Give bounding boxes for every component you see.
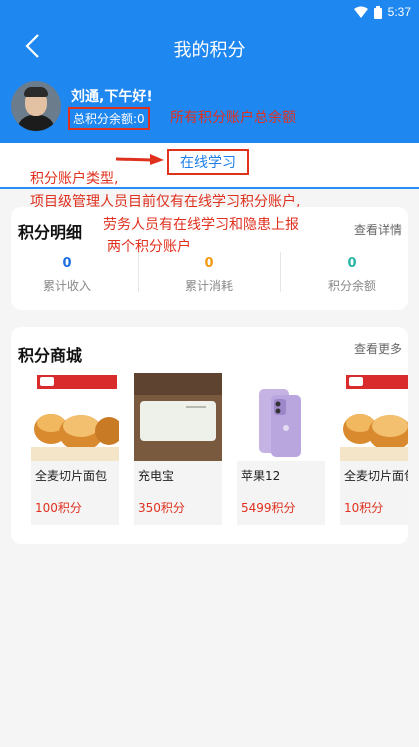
product-list: 全麦切片面包 100积分 充电宝 350积分 苹果12 5499积分 全麦切片面… bbox=[22, 373, 408, 525]
product-price: 5499积分 bbox=[237, 493, 325, 525]
status-bar: 5:37 bbox=[353, 4, 411, 20]
total-balance-label: 总积分余额:0 bbox=[68, 107, 150, 130]
annotation-type-note: 积分账户类型, bbox=[30, 171, 119, 187]
product-card[interactable]: 全麦切片面包 10积分 bbox=[340, 373, 408, 525]
view-more-link[interactable]: 查看更多 bbox=[354, 340, 402, 357]
product-name: 全麦切片面包 bbox=[340, 461, 408, 493]
stat-consumed: 0 累计消耗 bbox=[144, 256, 274, 294]
iphone-image bbox=[237, 373, 325, 461]
annotation-line3: 劳务人员有在线学习和隐患上报 bbox=[103, 217, 299, 233]
product-price: 10积分 bbox=[340, 493, 408, 525]
product-card[interactable]: 苹果12 5499积分 bbox=[237, 373, 325, 525]
stat-income-label: 累计收入 bbox=[42, 279, 91, 293]
page-title: 我的积分 bbox=[173, 40, 246, 61]
stat-income: 0 累计收入 bbox=[2, 256, 132, 294]
battery-icon bbox=[373, 5, 382, 19]
bread-image bbox=[340, 373, 408, 461]
divider bbox=[280, 252, 281, 292]
stat-balance-value: 0 bbox=[347, 256, 357, 271]
stat-income-value: 0 bbox=[62, 256, 72, 271]
product-name: 充电宝 bbox=[134, 461, 222, 493]
status-time: 5:37 bbox=[387, 5, 411, 19]
product-price: 350积分 bbox=[134, 493, 222, 525]
view-details-link[interactable]: 查看详情 bbox=[354, 221, 402, 238]
product-price: 100积分 bbox=[31, 493, 119, 525]
product-name: 苹果12 bbox=[237, 461, 325, 493]
bread-image bbox=[31, 373, 119, 461]
details-title: 积分明细 bbox=[18, 223, 83, 242]
stat-balance-label: 积分余额 bbox=[327, 279, 376, 293]
greeting-text: 刘通,下午好! bbox=[71, 89, 153, 105]
tab-online-learning[interactable]: 在线学习 bbox=[167, 149, 249, 175]
wifi-icon bbox=[353, 6, 368, 18]
stat-consumed-value: 0 bbox=[204, 256, 214, 271]
avatar bbox=[11, 81, 61, 131]
product-card[interactable]: 全麦切片面包 100积分 bbox=[31, 373, 119, 525]
stat-balance: 0 积分余额 bbox=[287, 256, 417, 294]
divider bbox=[138, 252, 139, 292]
annotation-line4: 两个积分账户 bbox=[107, 239, 191, 255]
power-bank-image bbox=[134, 373, 222, 461]
annotation-total-note: 所有积分账户总余额 bbox=[170, 110, 296, 126]
product-name: 全麦切片面包 bbox=[31, 461, 119, 493]
stat-consumed-label: 累计消耗 bbox=[184, 279, 233, 293]
annotation-arrow-icon bbox=[115, 154, 164, 165]
product-card[interactable]: 充电宝 350积分 bbox=[134, 373, 222, 525]
mall-title: 积分商城 bbox=[18, 346, 83, 365]
